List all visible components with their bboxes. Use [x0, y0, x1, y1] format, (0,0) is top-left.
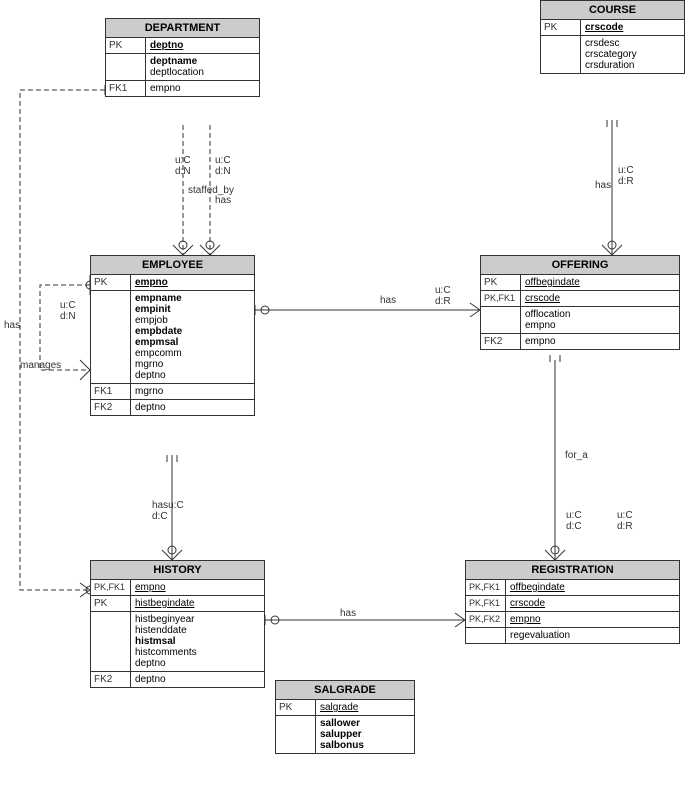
erd-diagram: DEPARTMENT PK deptno deptname deptlocati…: [0, 0, 690, 803]
label-uc-dr-off-reg: u:Cd:R: [617, 510, 633, 532]
emp-pk2: [91, 291, 131, 383]
emp-attr-deptno: deptno: [131, 400, 170, 415]
label-has-dept-emp: has: [215, 195, 231, 206]
hist-attr-deptno2: deptno: [131, 672, 170, 687]
dept-attrs-main: deptname deptlocation: [146, 54, 208, 80]
label-uc-dc-off-reg: u:Cd:C: [566, 510, 582, 532]
emp-attrs-main: empname empinit empjob empbdate empmsal …: [131, 291, 186, 383]
label-has-emp-off: has: [380, 295, 396, 306]
label-uc-dn-2: u:Cd:N: [215, 155, 231, 177]
reg-attr-regevaluation: regevaluation: [506, 628, 574, 643]
reg-pk4: [466, 628, 506, 643]
label-hasu-dc: hasu:Cd:C: [152, 500, 184, 522]
label-manages: manages: [20, 360, 61, 371]
emp-fk2: FK2: [91, 400, 131, 415]
reg-pk3: PK,FK2: [466, 612, 506, 627]
dept-fk1: FK1: [106, 81, 146, 96]
reg-attr-offbegindate: offbegindate: [506, 580, 569, 595]
off-attr-empno2: empno: [521, 334, 560, 349]
entity-employee: EMPLOYEE PK empno empname empinit empjob…: [90, 255, 255, 416]
entity-registration-title: REGISTRATION: [466, 561, 679, 580]
sal-pk1: PK: [276, 700, 316, 715]
entity-salgrade: SALGRADE PK salgrade sallower salupper s…: [275, 680, 415, 754]
entity-registration: REGISTRATION PK,FK1 offbegindate PK,FK1 …: [465, 560, 680, 644]
entity-history: HISTORY PK,FK1 empno PK histbegindate hi…: [90, 560, 265, 688]
course-attr-crscode: crscode: [581, 20, 627, 35]
reg-attr-crscode: crscode: [506, 596, 549, 611]
label-uc-dr-emp-off: u:Cd:R: [435, 285, 451, 307]
dept-attr-empno: empno: [146, 81, 185, 96]
hist-attr-histbegindate: histbegindate: [131, 596, 199, 611]
off-fk2: FK2: [481, 334, 521, 349]
emp-attr-empno: empno: [131, 275, 172, 290]
entity-course-title: COURSE: [541, 1, 684, 20]
reg-attr-empno: empno: [506, 612, 545, 627]
hist-attr-empno: empno: [131, 580, 170, 595]
emp-attr-mgrno: mgrno: [131, 384, 167, 399]
entity-course: COURSE PK crscode crsdesc crscategory cr…: [540, 0, 685, 74]
hist-pk1: PK,FK1: [91, 580, 131, 595]
emp-fk1: FK1: [91, 384, 131, 399]
hist-fk2: FK2: [91, 672, 131, 687]
off-attrs-main: offlocation empno: [521, 307, 574, 333]
entity-department-title: DEPARTMENT: [106, 19, 259, 38]
off-pk3: [481, 307, 521, 333]
course-pk1: PK: [541, 20, 581, 35]
label-has-left: has: [4, 320, 20, 331]
reg-pk1: PK,FK1: [466, 580, 506, 595]
emp-pk1: PK: [91, 275, 131, 290]
hist-attrs-main: histbeginyear histenddate histmsal histc…: [131, 612, 201, 671]
label-uc-dn-left: u:Cd:N: [60, 300, 76, 322]
sal-attrs-main: sallower salupper salbonus: [316, 716, 368, 753]
dept-pk2: [106, 54, 146, 80]
entity-history-title: HISTORY: [91, 561, 264, 580]
entity-offering: OFFERING PK offbegindate PK,FK1 crscode …: [480, 255, 680, 350]
label-has-emp-hist: has: [340, 608, 356, 619]
dept-attr-deptno: deptno: [146, 38, 187, 53]
off-attr-offbegindate: offbegindate: [521, 275, 584, 290]
reg-pk2: PK,FK1: [466, 596, 506, 611]
hist-pk3: [91, 612, 131, 671]
sal-pk2: [276, 716, 316, 753]
label-for-a: for_a: [565, 450, 588, 461]
entity-employee-title: EMPLOYEE: [91, 256, 254, 275]
dept-pk1: PK: [106, 38, 146, 53]
entity-offering-title: OFFERING: [481, 256, 679, 275]
off-attr-crscode: crscode: [521, 291, 564, 306]
course-pk2: [541, 36, 581, 73]
off-pk1: PK: [481, 275, 521, 290]
sal-attr-salgrade: salgrade: [316, 700, 362, 715]
entity-department: DEPARTMENT PK deptno deptname deptlocati…: [105, 18, 260, 97]
off-pk2: PK,FK1: [481, 291, 521, 306]
label-has-course-off: has: [595, 180, 611, 191]
hist-pk2: PK: [91, 596, 131, 611]
course-attrs-main: crsdesc crscategory crsduration: [581, 36, 641, 73]
entity-salgrade-title: SALGRADE: [276, 681, 414, 700]
label-uc-dr-course: u:Cd:R: [618, 165, 634, 187]
label-uc-dn-1: u:Cd:N: [175, 155, 191, 177]
